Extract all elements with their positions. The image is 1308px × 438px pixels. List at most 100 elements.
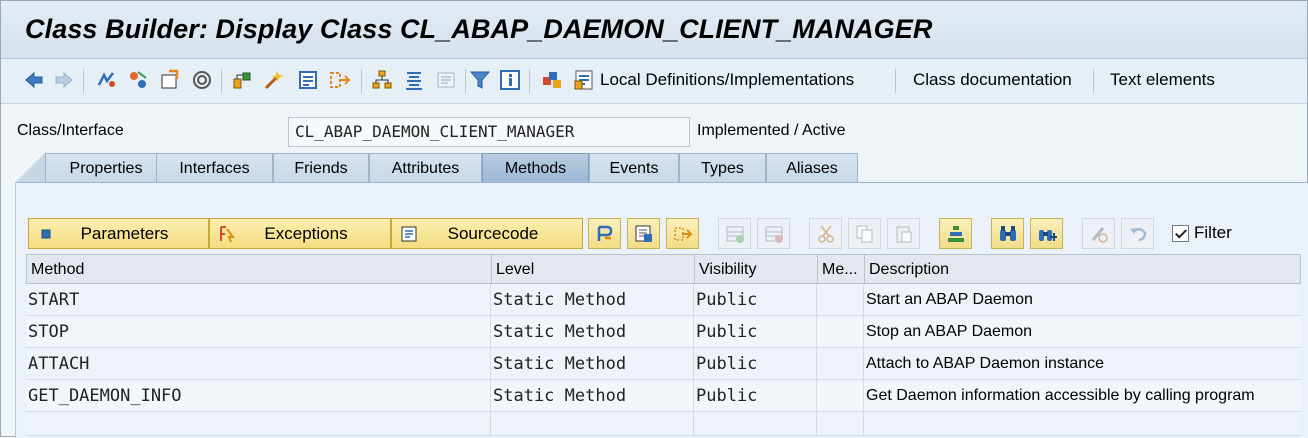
inactive-icon[interactable] [435,69,457,91]
exceptions-button[interactable]: Exceptions [209,218,391,249]
activate-icon[interactable] [159,69,181,91]
detail-view-button[interactable] [627,218,660,249]
filter-icon[interactable] [469,69,491,91]
object-directory-icon[interactable] [403,69,425,91]
table-row[interactable]: STOP Static Method Public Stop an ABAP D… [26,316,1301,348]
hierarchy-icon[interactable] [371,69,393,91]
scissors-icon [817,225,834,243]
table-row[interactable] [26,412,1301,436]
cell-method[interactable]: START [26,284,491,316]
cell-level[interactable]: Static Method [491,380,694,412]
copy-button[interactable] [848,218,881,249]
paste-button[interactable] [887,218,920,249]
where-used-icon[interactable] [191,69,213,91]
column-header-method[interactable]: Method [27,255,492,284]
cell-level[interactable]: Static Method [491,348,694,380]
text-elements-button[interactable]: Text elements [1110,69,1215,91]
cut-button[interactable] [809,218,842,249]
cell-method[interactable]: ATTACH [26,348,491,380]
filter-checkbox-box[interactable] [1172,224,1189,242]
sourcecode-button[interactable]: Sourcecode [391,218,583,249]
tab-types[interactable]: Types [679,153,766,183]
edit-settings-icon [1091,226,1108,243]
column-header-visibility[interactable]: Visibility [695,255,818,284]
cell-me[interactable] [817,348,864,380]
table-row[interactable]: ATTACH Static Method Public Attach to AB… [26,348,1301,380]
paste-icon [896,226,911,242]
delete-row-icon [765,226,783,243]
tab-methods[interactable]: Methods [482,153,589,183]
cell-me[interactable] [817,316,864,348]
cell-visibility[interactable]: Public [694,316,817,348]
window: Class Builder: Display Class CL_ABAP_DAE… [0,0,1308,438]
cell-description[interactable]: Get Daemon information accessible by cal… [864,380,1301,412]
object-list-icon[interactable] [297,69,319,91]
cell-me[interactable] [817,380,864,412]
forward-icon[interactable] [53,69,75,91]
sort-button[interactable] [939,218,972,249]
cell-me[interactable] [817,412,864,436]
detail-view-icon [635,225,652,242]
undo-icon [1129,227,1146,241]
cell-description[interactable]: Attach to ABAP Daemon instance [864,348,1301,380]
parameters-label: Parameters [80,223,169,243]
class-interface-field[interactable]: CL_ABAP_DAEMON_CLIENT_MANAGER [288,117,690,147]
table-body: START Static Method Public Start an ABAP… [26,284,1301,436]
navigate-button[interactable] [666,218,699,249]
cell-method[interactable]: STOP [26,316,491,348]
parameters-button[interactable]: Parameters [28,218,209,249]
hierarchy-stack-icon [947,225,964,242]
tab-interfaces[interactable]: Interfaces [156,153,273,183]
graphic-icon[interactable] [231,69,253,91]
find-next-button[interactable] [1030,218,1063,249]
cell-visibility[interactable]: Public [694,348,817,380]
cell-level[interactable] [491,412,694,436]
column-header-level[interactable]: Level [492,255,695,284]
redefine-button[interactable] [588,218,621,249]
insert-row-button[interactable] [718,218,751,249]
find-button[interactable] [991,218,1024,249]
info-icon[interactable] [499,69,521,91]
redefine-icon [597,225,612,241]
cell-description[interactable]: Stop an ABAP Daemon [864,316,1301,348]
settings-button[interactable] [1082,218,1115,249]
back-icon[interactable] [23,69,45,91]
table-row[interactable]: GET_DAEMON_INFO Static Method Public Get… [26,380,1301,412]
exceptions-label: Exceptions [264,223,348,243]
cell-visibility[interactable]: Public [694,284,817,316]
parameters-icon [37,225,55,243]
navigation-icon[interactable] [329,69,351,91]
other-object-icon[interactable] [95,69,117,91]
filter-checkbox[interactable]: Filter [1172,223,1232,243]
binoculars-plus-icon [1038,229,1057,241]
cell-description[interactable]: Start an ABAP Daemon [864,284,1301,316]
copy-icon [856,225,872,242]
undo-button[interactable] [1121,218,1154,249]
tab-aliases[interactable]: Aliases [766,153,858,183]
local-definitions-button[interactable]: Local Definitions/Implementations [600,69,854,91]
local-types-icon[interactable] [541,69,563,91]
class-documentation-button[interactable]: Class documentation [913,69,1072,91]
tab-attributes[interactable]: Attributes [369,153,482,183]
cell-description[interactable] [864,412,1301,436]
cell-method[interactable]: GET_DAEMON_INFO [26,380,491,412]
column-header-description[interactable]: Description [865,255,1300,284]
delete-row-button[interactable] [757,218,790,249]
display-change-icon[interactable] [127,69,149,91]
column-header-me[interactable]: Me... [818,255,865,284]
table-row[interactable]: START Static Method Public Start an ABAP… [26,284,1301,316]
tab-properties[interactable]: Properties [45,153,167,183]
cell-method[interactable] [26,412,491,436]
cell-me[interactable] [817,284,864,316]
class-status: Implemented / Active [697,122,846,139]
cell-level[interactable]: Static Method [491,284,694,316]
sourcecode-label: Sourcecode [447,223,539,243]
check-icon[interactable] [263,69,285,91]
tab-events[interactable]: Events [589,153,679,183]
sourcecode-icon [400,225,418,243]
cell-level[interactable]: Static Method [491,316,694,348]
cell-visibility[interactable]: Public [694,380,817,412]
local-definitions-icon [573,69,595,91]
cell-visibility[interactable] [694,412,817,436]
tab-friends[interactable]: Friends [273,153,369,183]
